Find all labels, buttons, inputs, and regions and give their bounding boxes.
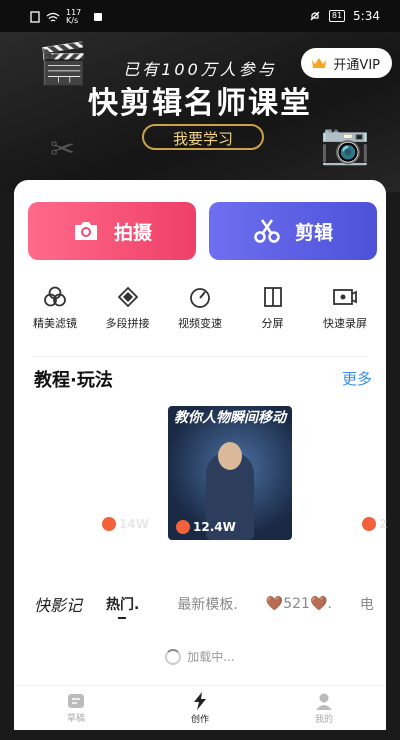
status-bar: 117 K/s 81 5:34 xyxy=(0,0,400,32)
splice-icon xyxy=(117,286,138,308)
camera-deco-icon: 📷 xyxy=(320,121,370,167)
nav-profile[interactable]: 我的 xyxy=(294,692,354,725)
shoot-label: 拍摄 xyxy=(113,221,152,244)
drafts-icon xyxy=(68,694,84,708)
fire-icon xyxy=(102,517,116,531)
tutorials-title: 教程·玩法 xyxy=(34,370,113,391)
template-tabs: 快影记 热门. 最新模板. 🤎521🤎. 电 xyxy=(34,592,386,619)
speed-icon xyxy=(190,288,210,308)
lightning-icon xyxy=(194,692,206,710)
tool-split-label: 分屏 xyxy=(261,317,284,330)
views-right: 2 xyxy=(379,517,388,531)
loading-text: 加载中... xyxy=(187,650,235,664)
nav-create-label: 创作 xyxy=(190,715,209,725)
scissors-icon xyxy=(254,219,280,243)
tool-bar: 精美滤镜 多段拼接 视频变速 分屏 快速录屏 xyxy=(14,286,386,331)
nav-create[interactable]: 创作 xyxy=(170,692,230,725)
tool-speed-label: 视频变速 xyxy=(178,317,222,330)
fire-icon xyxy=(176,520,190,534)
divider xyxy=(34,356,366,357)
mute-icon xyxy=(310,11,320,21)
wifi-icon xyxy=(46,12,60,22)
net-speed: 117 K/s xyxy=(66,8,82,25)
tab-hot[interactable]: 热门. xyxy=(106,594,139,619)
profile-icon xyxy=(316,693,332,710)
clock: 5:34 xyxy=(353,9,380,23)
bottom-nav: 草稿 创作 我的 xyxy=(14,685,386,731)
tool-filter[interactable]: 精美滤镜 xyxy=(20,286,90,331)
views-main: 12.4W xyxy=(193,520,236,534)
screen-record-icon xyxy=(333,289,357,305)
tab-521[interactable]: 🤎521🤎. xyxy=(266,596,332,612)
views-left: 14W xyxy=(119,517,149,531)
tool-splice-label: 多段拼接 xyxy=(105,317,150,330)
tutorial-caption: 教你人物瞬间移动 xyxy=(174,410,286,426)
split-screen-icon xyxy=(263,287,282,307)
tool-split[interactable]: 分屏 xyxy=(238,286,308,331)
tab-more[interactable]: 电 xyxy=(360,594,374,614)
stop-icon xyxy=(94,13,102,21)
brand-label: 快影记 xyxy=(34,596,83,615)
learn-button[interactable]: 我要学习 xyxy=(142,124,264,150)
tab-latest[interactable]: 最新模板. xyxy=(177,594,237,614)
scissors-deco-icon: ✂ xyxy=(50,132,76,167)
shoot-button[interactable]: 拍摄 xyxy=(28,202,196,260)
tool-record-label: 快速录屏 xyxy=(323,317,367,330)
tool-record[interactable]: 快速录屏 xyxy=(310,286,380,331)
tool-filter-label: 精美滤镜 xyxy=(33,317,77,330)
loading-indicator: 加载中... xyxy=(14,648,386,665)
battery-level: 81 xyxy=(328,10,346,22)
edit-button[interactable]: 剪辑 xyxy=(209,202,377,260)
tutorial-card-main[interactable]: 教你人物瞬间移动 12.4W xyxy=(168,406,292,540)
screen-bottom-edge xyxy=(0,730,400,740)
fire-icon xyxy=(362,517,376,531)
banner-title: 快剪辑名师课堂 xyxy=(88,86,312,121)
more-link[interactable]: 更多 xyxy=(342,368,372,389)
vip-button[interactable]: 开通VIP xyxy=(301,48,392,78)
nav-drafts-label: 草稿 xyxy=(66,714,85,724)
nav-drafts[interactable]: 草稿 xyxy=(46,693,106,724)
tool-speed[interactable]: 视频变速 xyxy=(165,286,235,331)
spinner-icon xyxy=(165,648,182,665)
views-main-badge: 12.4W xyxy=(176,520,236,534)
edit-label: 剪辑 xyxy=(294,221,333,244)
main-card: 拍摄 剪辑 精美滤镜 多段拼接 视频变速 分屏 快速录屏 教程·玩法 更多 14… xyxy=(14,180,387,685)
nav-profile-label: 我的 xyxy=(314,715,333,725)
sim-icon xyxy=(30,11,40,23)
crown-icon xyxy=(312,58,327,68)
filter-icon xyxy=(44,286,66,307)
vip-label: 开通VIP xyxy=(333,57,380,73)
camera-icon xyxy=(74,222,97,240)
tool-splice[interactable]: 多段拼接 xyxy=(93,286,163,331)
tutorial-card-right[interactable]: 2 xyxy=(362,517,387,531)
person-head xyxy=(218,442,242,470)
tutorial-card-left[interactable]: 14W xyxy=(102,517,149,531)
